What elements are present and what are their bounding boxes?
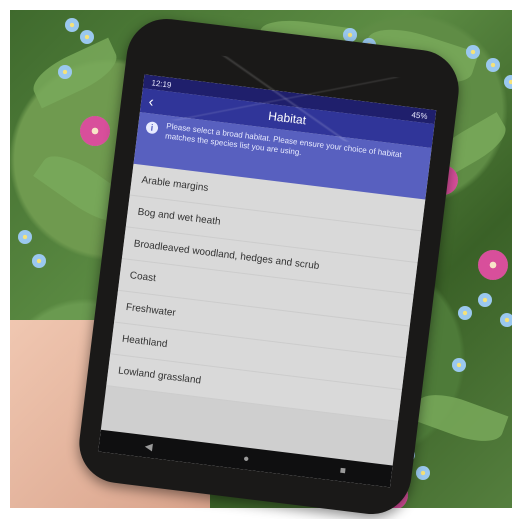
- android-nav-bar: ◀ ● ■: [98, 429, 393, 488]
- forget-me-not-flower: [80, 30, 94, 44]
- pink-flower: [478, 250, 508, 280]
- phone-screen: 12:19 45% ‹ Habitat i Please select a br…: [98, 74, 437, 488]
- pink-flower: [80, 116, 110, 146]
- smartphone: 12:19 45% ‹ Habitat i Please select a br…: [74, 14, 464, 519]
- leaf-shape: [26, 37, 124, 109]
- forget-me-not-flower: [500, 313, 512, 327]
- status-battery: 45%: [411, 109, 429, 121]
- forget-me-not-flower: [65, 18, 79, 32]
- back-triangle-icon[interactable]: ◀: [144, 441, 153, 453]
- home-circle-icon[interactable]: ●: [243, 453, 250, 465]
- forget-me-not-flower: [452, 358, 466, 372]
- recent-square-icon[interactable]: ■: [339, 465, 346, 477]
- info-icon: i: [145, 121, 159, 135]
- forget-me-not-flower: [32, 254, 46, 268]
- forget-me-not-flower: [478, 293, 492, 307]
- forget-me-not-flower: [486, 58, 500, 72]
- forget-me-not-flower: [466, 45, 480, 59]
- leaf-shape: [411, 385, 509, 451]
- forget-me-not-flower: [416, 466, 430, 480]
- forget-me-not-flower: [504, 75, 512, 89]
- forget-me-not-flower: [58, 65, 72, 79]
- forget-me-not-flower: [458, 306, 472, 320]
- status-time: 12:19: [151, 77, 173, 90]
- habitat-list: Arable margins Bog and wet heath Broadle…: [106, 163, 426, 422]
- forget-me-not-flower: [18, 230, 32, 244]
